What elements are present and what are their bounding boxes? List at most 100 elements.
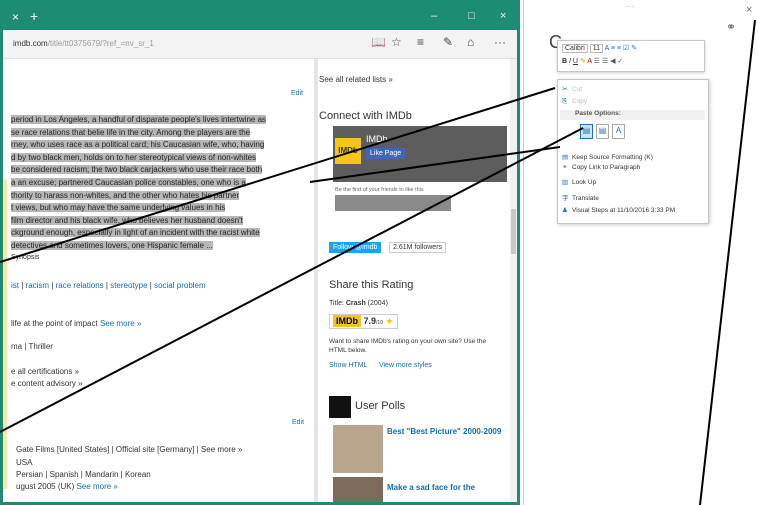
url-text[interactable]: imdb.com/title/tt0375679/?ref_=nv_sr_1 [13,39,154,48]
menu-item-cut[interactable]: ✂ Cut [562,85,582,93]
user-polls-heading: User Polls [355,400,406,412]
title-value: Crash [345,300,366,307]
mini-toolbar: Calibri 11 A ≡ ≡ ☑ ✎ B I U ✎ A ☰ ☰ ◀ ✓ [557,40,705,72]
fb-like-button[interactable]: Like Page [366,148,406,159]
show-html-link[interactable]: Show HTML [329,362,367,369]
browser-window: × + – □ × imdb.com/title/tt0375679/?ref_… [0,0,520,505]
format-tools-icon[interactable]: A ≡ ≡ ☑ ✎ [605,45,637,52]
favorite-star-icon[interactable]: ☆ [391,35,402,49]
keyword-link[interactable]: race relations [56,281,104,290]
scrollbar[interactable] [510,59,517,502]
right-sidebar: See all related lists » Connect with IMD… [319,59,509,502]
paste-options-header: Paste Options: [560,110,705,120]
reading-view-icon[interactable]: 📖 [371,35,386,49]
address-bar[interactable]: imdb.com/title/tt0375679/?ref_=nv_sr_1 📖… [3,30,517,59]
followers-count: 2.61M followers [389,242,447,253]
url-host: imdb.com [13,39,48,48]
chain-link-icon[interactable]: ⚭ [726,20,736,34]
poll1-thumbnail[interactable] [333,425,383,473]
storyline-text: period in Los Angeles, a handful of disp… [11,114,301,253]
synopsis-line: period in Los Angeles, a handful of disp… [11,115,267,124]
hub-icon[interactable]: ≡ [417,35,424,49]
tab-close-button[interactable]: × [12,10,19,24]
languages-links[interactable]: Persian | Spanish | Mandarin | Korean [16,470,151,479]
edit-link-details[interactable]: Edit [292,419,304,426]
onenote-close-button[interactable]: × [746,4,752,16]
content-advisory-link[interactable]: e content advisory » [11,379,83,388]
keyword-link[interactable]: social problem [154,281,206,290]
maximize-button[interactable]: □ [468,10,475,22]
font-size-box[interactable]: 11 [589,44,604,53]
list-icons[interactable]: ☰ ☰ ◀ ✓ [594,58,624,65]
paste-merge-button[interactable]: ▤ [596,124,609,139]
menu-copy-link-label: Copy Link to Paragraph [572,164,641,171]
bold-icon[interactable]: B [562,58,567,65]
paste-text-only-button[interactable]: A [612,124,625,139]
minimize-button[interactable]: – [431,10,437,22]
synopsis-line: film director and his black wife, who be… [11,215,243,225]
selection-marker [3,179,7,489]
synopsis-line: detectives and sometimes lovers, one His… [11,240,213,250]
keyword-link[interactable]: ist [11,281,19,290]
country-link[interactable]: USA [16,458,32,467]
rating-badge[interactable]: IMDb 7.9/10 ★ [329,314,398,329]
fb-page-name: IMDb [366,134,388,144]
menu-item-translate[interactable]: 字 Translate [562,192,599,202]
related-lists-link[interactable]: See all related lists » [319,75,393,84]
facebook-widget[interactable]: IMDb IMDb Like Page [333,126,507,182]
font-color-icon[interactable]: A [587,58,591,65]
highlight-icon[interactable]: ✎ [580,58,586,65]
twitter-follow-button[interactable]: Follow @imdb [329,242,382,253]
share-title-line: Title: Crash (2004) [329,300,388,307]
onenote-window: ··· × ⚭ C [523,0,758,505]
fb-friends-text: Be the first of your friends to like thi… [335,187,424,193]
menu-translate-label: Translate [572,195,599,202]
main-content: Edit period in Los Angeles, a handful of… [3,59,313,502]
release-see-more-link[interactable]: See more » [77,482,118,491]
view-more-styles-link[interactable]: View more styles [379,362,432,369]
underline-icon[interactable]: U [573,58,578,65]
web-note-icon[interactable]: ✎ [443,35,453,49]
poll1-link[interactable]: Best "Best Picture" 2000-2009 [387,427,502,436]
font-name-box[interactable]: Calibri [562,44,588,53]
paste-keep-source-button[interactable]: ▤ [580,124,593,139]
certifications-link[interactable]: e all certifications » [11,367,79,376]
imdb-logo: IMDb [335,138,361,164]
share-description: Want to share IMDb's rating on your own … [329,338,487,354]
share-actions: Show HTML View more styles [329,362,432,369]
tab-bar: × + – □ × [3,0,517,30]
keyword-link[interactable]: stereotype [110,281,147,290]
release-date: ugust 2005 (UK) See more » [16,482,118,491]
fb-friends-photos [335,195,451,211]
poll2-thumbnail[interactable] [333,477,383,502]
menu-item-keep-source[interactable]: ▤ Keep Source Formatting (K) [562,153,653,161]
url-path: /title/tt0375679/?ref_=nv_sr_1 [47,39,154,48]
share-icon[interactable]: ⌂ [467,35,474,49]
synopsis-line: rney, who uses race as a political card;… [11,140,265,150]
synopsis-line: d by two black men, holds on to her ster… [11,152,257,162]
context-menu: ✂ Cut ⎘ Copy Paste Options: ▤ ▤ A ▤ Keep So… [557,79,709,224]
menu-cut-label: Cut [572,86,583,93]
edit-link-storyline[interactable]: Edit [291,90,303,97]
close-window-button[interactable]: × [500,10,506,22]
menu-item-look-up[interactable]: ▥ Look Up [562,178,596,186]
link-icon: ⚭ [562,164,568,171]
synopsis-link[interactable]: Synopsis [11,254,39,261]
translate-icon: 字 [562,195,569,202]
imdb-badge-logo: IMDb [333,315,361,327]
new-tab-button[interactable]: + [30,8,38,24]
poll2-link[interactable]: Make a sad face for the [387,483,475,492]
menu-item-copy[interactable]: ⎘ Copy [562,98,587,106]
see-more-link[interactable]: See more » [100,319,141,328]
rating-value: 7.9 [363,316,377,326]
menu-copy-label: Copy [572,98,588,105]
more-icon[interactable]: ··· [494,35,506,49]
italic-icon[interactable]: I [569,58,571,65]
genres[interactable]: ma | Thriller [11,342,53,351]
menu-item-visual-steps[interactable]: ♟ Visual Steps at 11/10/2016 3:33 PM [562,206,675,214]
polls-icon [329,396,351,418]
scrollbar-thumb[interactable] [511,209,516,254]
keyword-link[interactable]: racism [26,281,50,290]
menu-item-copy-link[interactable]: ⚭ Copy Link to Paragraph [562,163,640,171]
official-sites[interactable]: Gate Films [United States] | Official si… [16,445,242,454]
